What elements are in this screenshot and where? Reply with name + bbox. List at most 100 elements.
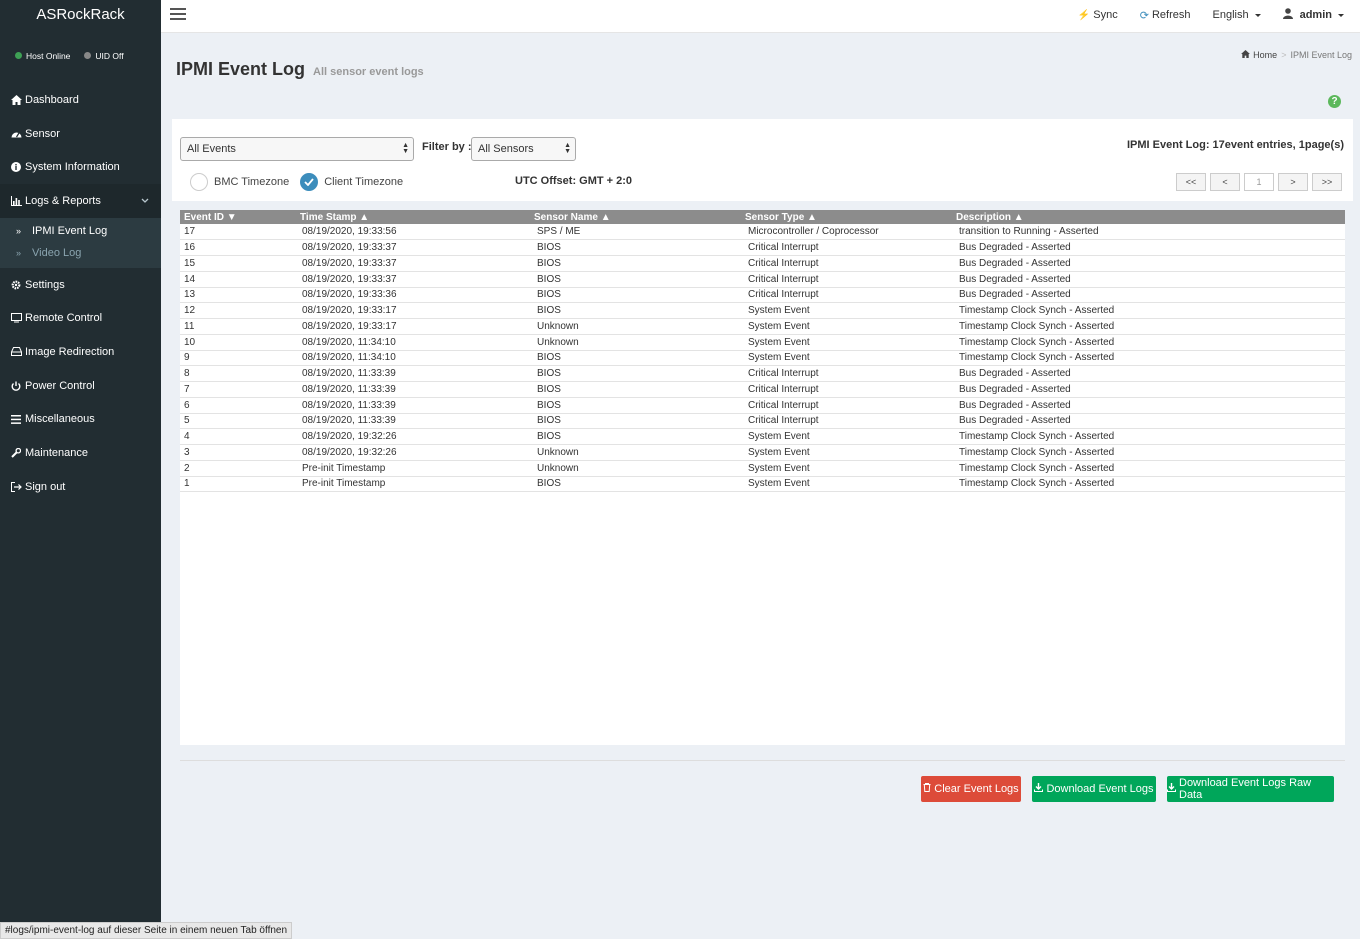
sensor-select[interactable]: All Sensors ▲ ▼ xyxy=(471,137,576,161)
cell-sensor-type: System Event xyxy=(748,478,810,490)
cell-sensor-type: Critical Interrupt xyxy=(748,415,819,427)
cell-event-id: 7 xyxy=(184,383,190,395)
sync-icon: ⚡ xyxy=(1077,9,1091,21)
clear-event-logs-button[interactable]: Clear Event Logs xyxy=(921,776,1021,802)
cell-description: Timestamp Clock Synch - Asserted xyxy=(959,462,1115,474)
sidebar-item-dashboard[interactable]: Dashboard xyxy=(0,83,161,117)
language-dropdown[interactable]: English xyxy=(1213,9,1261,21)
sensor-select-value: All Sensors xyxy=(478,143,534,155)
cell-event-id: 14 xyxy=(184,273,196,285)
sidebar-item-label: Power Control xyxy=(25,379,95,392)
sidebar-item-miscellaneous[interactable]: Miscellaneous xyxy=(0,403,161,437)
table-row: 1 Pre-init Timestamp BIOS System Event Times… xyxy=(180,476,1345,492)
sidebar-item-logs-reports[interactable]: Logs & Reports xyxy=(0,184,161,218)
download-event-logs-raw-button[interactable]: Download Event Logs Raw Data xyxy=(1167,776,1334,802)
hamburger-menu-icon[interactable] xyxy=(170,8,186,22)
cell-time-stamp: 08/19/2020, 19:33:36 xyxy=(302,289,397,301)
event-type-select[interactable]: All Events ▲ ▼ xyxy=(180,137,414,161)
sidebar-item-sign-out[interactable]: Sign out xyxy=(0,470,161,504)
filter-by-label: Filter by : xyxy=(422,141,472,153)
cell-sensor-type: Microcontroller / Coprocessor xyxy=(748,226,879,238)
pager-first-button[interactable]: << xyxy=(1176,173,1206,191)
table-row: 11 08/19/2020, 19:33:17 Unknown System Even… xyxy=(180,319,1345,335)
header-time-stamp[interactable]: Time Stamp ▲ xyxy=(296,210,530,224)
table-row: 3 08/19/2020, 19:32:26 Unknown System Event… xyxy=(180,445,1345,461)
cell-description: Bus Degraded - Asserted xyxy=(959,368,1071,380)
user-icon xyxy=(1282,8,1293,22)
cell-time-stamp: 08/19/2020, 11:33:39 xyxy=(302,399,396,411)
sidebar-item-image-redirection[interactable]: Image Redirection xyxy=(0,335,161,369)
sidebar-item-sensor[interactable]: Sensor xyxy=(0,117,161,151)
cell-sensor-type: System Event xyxy=(748,336,810,348)
pager-last-button[interactable]: >> xyxy=(1312,173,1342,191)
cell-sensor-type: Critical Interrupt xyxy=(748,273,819,285)
cell-sensor-name: BIOS xyxy=(537,289,561,301)
sidebar-item-settings[interactable]: Settings xyxy=(0,268,161,302)
table-row: 15 08/19/2020, 19:33:37 BIOS Critical Inter… xyxy=(180,256,1345,272)
cell-event-id: 1 xyxy=(184,478,190,490)
refresh-button[interactable]: ⟳ Refresh xyxy=(1140,9,1191,22)
cell-description: Bus Degraded - Asserted xyxy=(959,242,1071,254)
cell-sensor-name: BIOS xyxy=(537,242,561,254)
cell-sensor-type: Critical Interrupt xyxy=(748,368,819,380)
breadcrumb-home[interactable]: Home xyxy=(1241,50,1277,60)
sidebar-item-maintenance[interactable]: Maintenance xyxy=(0,436,161,470)
status-row: Host Online UID Off xyxy=(0,32,161,67)
pager-prev-button[interactable]: < xyxy=(1210,173,1240,191)
user-menu[interactable]: admin xyxy=(1282,8,1344,22)
bmc-timezone-radio[interactable] xyxy=(190,173,208,191)
cell-sensor-name: BIOS xyxy=(537,257,561,269)
dashboard-icon xyxy=(8,129,24,138)
sidebar-item-label: Remote Control xyxy=(25,312,103,325)
utc-offset: UTC Offset: GMT + 2:0 xyxy=(515,175,633,187)
brand-logo[interactable]: ASRockRack xyxy=(0,0,161,32)
language-label: English xyxy=(1212,9,1249,21)
cell-sensor-type: Critical Interrupt xyxy=(748,257,819,269)
cell-sensor-type: Critical Interrupt xyxy=(748,289,819,301)
cell-time-stamp: Pre-init Timestamp xyxy=(302,462,386,474)
cell-description: Bus Degraded - Asserted xyxy=(959,257,1071,269)
caret-down-icon xyxy=(1338,13,1344,17)
header-sensor-name[interactable]: Sensor Name ▲ xyxy=(530,210,741,224)
sidebar-subitem-ipmi-event-log[interactable]: » IPMI Event Log xyxy=(0,220,161,242)
sign-out-icon xyxy=(8,481,24,492)
cell-description: Timestamp Clock Synch - Asserted xyxy=(959,478,1115,490)
header-event-id[interactable]: Event ID ▼ xyxy=(180,210,296,224)
cell-event-id: 17 xyxy=(184,226,196,238)
table-row: 12 08/19/2020, 19:33:17 BIOS System Event Ti… xyxy=(180,303,1345,319)
client-timezone-radio[interactable] xyxy=(300,173,319,191)
cell-sensor-type: Critical Interrupt xyxy=(748,242,819,254)
pager-next-button[interactable]: > xyxy=(1278,173,1308,191)
user-label: admin xyxy=(1299,9,1332,21)
gear-icon xyxy=(8,280,24,290)
help-icon[interactable]: ? xyxy=(1328,95,1341,108)
list-icon xyxy=(8,414,24,424)
cell-time-stamp: 08/19/2020, 19:32:26 xyxy=(302,431,397,443)
cell-sensor-name: Unknown xyxy=(537,462,579,474)
sidebar-item-power-control[interactable]: Power Control xyxy=(0,369,161,403)
sidebar-item-label: Sensor xyxy=(25,127,60,140)
sidebar-item-system-information[interactable]: System Information xyxy=(0,150,161,184)
header-sensor-type[interactable]: Sensor Type ▲ xyxy=(741,210,952,224)
download-event-logs-label: Download Event Logs xyxy=(1046,783,1154,795)
download-event-logs-raw-label: Download Event Logs Raw Data xyxy=(1179,777,1312,801)
event-type-select-value: All Events xyxy=(187,143,236,155)
cell-sensor-type: System Event xyxy=(748,352,810,364)
uid-status: UID Off xyxy=(84,44,124,67)
main-content: IPMI Event Log All sensor event logs Hom… xyxy=(161,33,1360,939)
sidebar-item-remote-control[interactable]: Remote Control xyxy=(0,301,161,335)
sync-button[interactable]: ⚡ Sync xyxy=(1078,9,1118,21)
event-log-table: Event ID ▼ Time Stamp ▲ Sensor Name ▲ Se… xyxy=(180,210,1345,492)
timezone-radio-group: BMC Timezone Client Timezone xyxy=(190,173,403,191)
cell-sensor-name: BIOS xyxy=(537,368,561,380)
header-description[interactable]: Description ▲ xyxy=(952,210,1345,224)
pager-page-number[interactable]: 1 xyxy=(1244,173,1274,191)
top-right-nav: ⚡ Sync ⟳ Refresh English admin xyxy=(1078,0,1344,30)
cell-sensor-type: Critical Interrupt xyxy=(748,383,819,395)
breadcrumb-current: IPMI Event Log xyxy=(1290,50,1352,60)
download-event-logs-button[interactable]: Download Event Logs xyxy=(1032,776,1156,802)
cell-description: Bus Degraded - Asserted xyxy=(959,273,1071,285)
sidebar-subitem-video-log[interactable]: » Video Log xyxy=(0,242,161,264)
page-subtitle: All sensor event logs xyxy=(313,66,424,78)
table-row: 10 08/19/2020, 11:34:10 Unknown System Even… xyxy=(180,334,1345,350)
